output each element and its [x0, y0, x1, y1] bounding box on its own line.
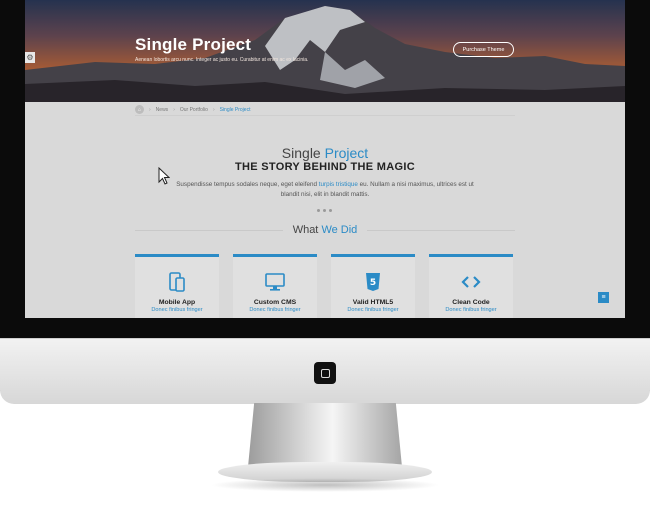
monitor-home-button: [314, 362, 336, 384]
page-subtitle: Aenean lobortis arcu nunc. Integer ac ju…: [135, 57, 309, 63]
mouse-cursor-icon: [158, 167, 170, 185]
services-cards: Mobile App Donec finibus fringer Custom …: [135, 254, 515, 318]
gear-icon[interactable]: ⚙: [25, 52, 35, 63]
breadcrumb-item-portfolio[interactable]: Our Portfolio: [180, 107, 208, 113]
separator-dots: [317, 209, 332, 212]
breadcrumb-separator: ›: [173, 106, 175, 113]
stand-shadow: [210, 478, 440, 492]
menu-icon[interactable]: ≡: [598, 292, 609, 303]
card-subtitle[interactable]: Donec finibus fringer: [445, 307, 496, 313]
breadcrumb-item-news[interactable]: News: [156, 107, 169, 113]
card-title: Valid HTML5: [352, 299, 394, 306]
browser-screen: Single Project Aenean lobortis arcu nunc…: [25, 0, 625, 318]
breadcrumb-separator: ›: [149, 106, 151, 113]
card-title: Mobile App: [158, 299, 196, 306]
project-heading: Single Project: [25, 145, 625, 161]
monitor-stand: [248, 403, 402, 467]
svg-text:5: 5: [370, 278, 376, 288]
card-subtitle[interactable]: Donec finibus fringer: [347, 307, 398, 313]
service-card-valid-html5[interactable]: 5 Valid HTML5 Donec finibus fringer: [331, 254, 415, 318]
breadcrumb-item-current: Single Project: [219, 106, 251, 113]
hero-overlay: [25, 0, 625, 102]
home-icon[interactable]: ⌂: [135, 105, 144, 114]
breadcrumb: ⌂ › News › Our Portfolio › Single Projec…: [135, 104, 515, 116]
hero-banner: Single Project Aenean lobortis arcu nunc…: [25, 0, 625, 102]
lead-text-1: Suspendisse tempus sodales neque, eget e…: [176, 181, 317, 188]
service-card-custom-cms[interactable]: Custom CMS Donec finibus fringer: [233, 254, 317, 318]
html5-icon: 5: [362, 271, 384, 293]
card-subtitle[interactable]: Donec finibus fringer: [151, 307, 202, 313]
card-title: Custom CMS: [253, 299, 297, 306]
project-heading-plain: Single: [281, 145, 321, 161]
breadcrumb-separator: ›: [212, 106, 215, 113]
code-icon: [460, 271, 482, 293]
service-card-clean-code[interactable]: Clean Code Donec finibus fringer: [429, 254, 513, 318]
what-we-did-heading: What We Did: [25, 224, 625, 236]
what-heading-accent: We Did: [321, 224, 358, 236]
project-heading-accent: Project: [324, 145, 369, 161]
project-tagline: THE STORY BEHIND THE MAGIC: [235, 161, 415, 173]
lead-link[interactable]: turpis tristique: [319, 181, 358, 188]
service-card-mobile-app[interactable]: Mobile App Donec finibus fringer: [135, 254, 219, 318]
mobile-icon: [166, 271, 188, 293]
what-heading-plain: What: [292, 224, 319, 236]
monitor-icon: [264, 271, 286, 293]
card-title: Clean Code: [452, 299, 490, 306]
page-title: Single Project: [135, 35, 252, 54]
project-description: Suspendisse tempus sodales neque, eget e…: [175, 180, 475, 199]
card-subtitle[interactable]: Donec finibus fringer: [249, 307, 300, 313]
purchase-theme-button[interactable]: Purchase Theme: [453, 42, 514, 57]
